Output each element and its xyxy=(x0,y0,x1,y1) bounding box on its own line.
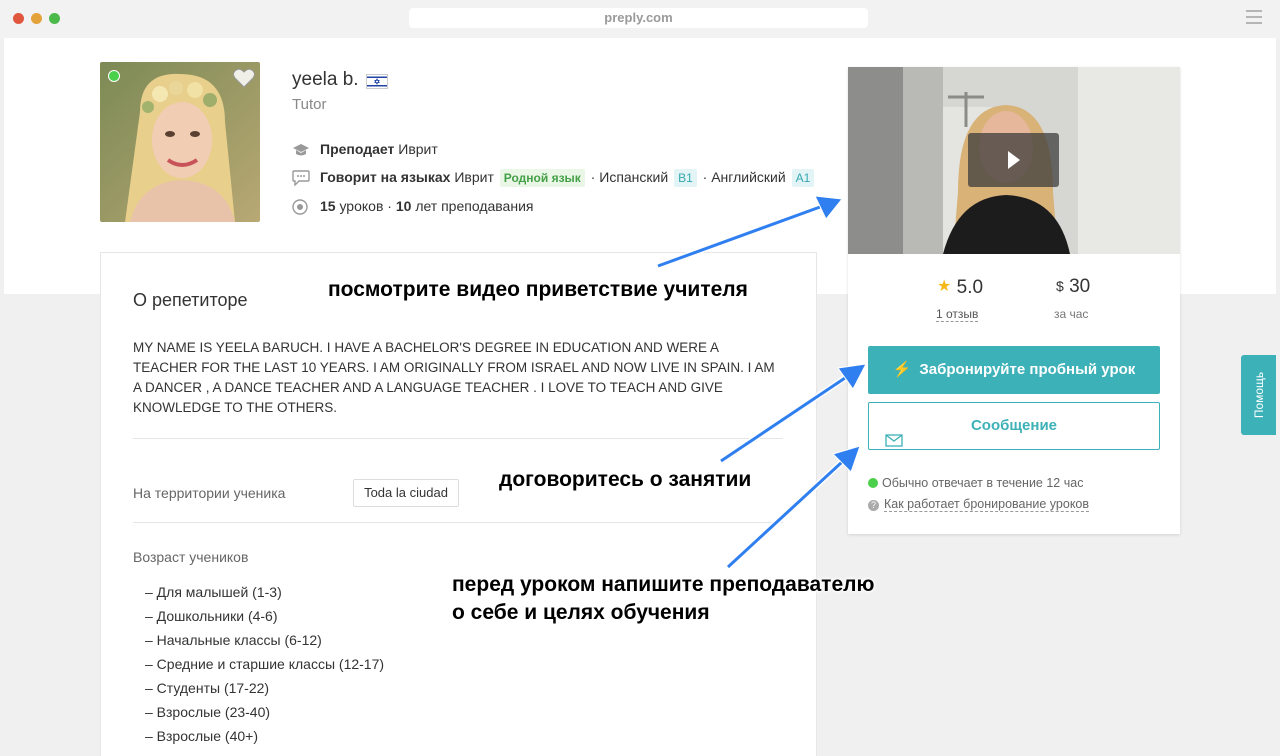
how-booking-works[interactable]: ? Как работает бронирование уроков xyxy=(868,497,1090,512)
tutor-name: yeela b. xyxy=(292,69,359,90)
divider xyxy=(133,522,783,523)
location-label: На территории ученика xyxy=(133,485,286,501)
speaks-row: Говорит на языках Иврит Родной язык · Ис… xyxy=(292,169,816,187)
book-trial-label: Забронируйте пробный урок xyxy=(919,361,1136,378)
lightning-icon: ⚡ xyxy=(892,361,912,378)
play-button[interactable] xyxy=(968,133,1059,187)
annotation-video: посмотрите видео приветствие учителя xyxy=(328,278,748,301)
minimize-window-icon[interactable] xyxy=(31,13,42,24)
response-time: Обычно отвечает в течение 12 час xyxy=(868,476,1083,490)
browser-titlebar: preply.com xyxy=(0,0,1280,38)
list-item: – Взрослые (23-40) xyxy=(145,704,271,720)
price-value: $ 30 xyxy=(1056,276,1090,298)
per-hour-label: за час xyxy=(1054,307,1089,321)
reviews-link[interactable]: 1 отзыв xyxy=(936,307,979,322)
years-label: лет преподавания xyxy=(415,198,534,214)
target-icon xyxy=(292,199,310,215)
question-icon: ? xyxy=(868,500,879,511)
annotation-message-line1: перед уроком напишите преподавателю xyxy=(452,573,875,596)
star-icon: ★ xyxy=(937,278,952,295)
rating-number: 5.0 xyxy=(956,277,984,298)
message-label: Сообщение xyxy=(970,417,1058,434)
israel-flag-icon xyxy=(366,74,388,89)
graduation-cap-icon xyxy=(292,142,310,158)
online-dot-icon xyxy=(868,478,878,488)
message-button[interactable]: Сообщение xyxy=(868,402,1160,450)
envelope-icon xyxy=(885,420,903,466)
lessons-label: уроков xyxy=(339,198,384,214)
chat-bubble-icon xyxy=(292,170,310,187)
list-item: – Для малышей (1-3) xyxy=(145,584,282,600)
annotation-book: договоритесь о занятии xyxy=(499,468,752,491)
book-trial-button[interactable]: ⚡ Забронируйте пробный урок xyxy=(868,346,1160,394)
list-item: – Начальные классы (6-12) xyxy=(145,632,322,648)
teaches-row: Преподает Иврит xyxy=(292,141,438,158)
help-tab[interactable]: Помощь xyxy=(1241,355,1276,435)
teaches-value: Иврит xyxy=(398,141,438,157)
divider xyxy=(133,438,783,439)
response-time-text: Обычно отвечает в течение 12 час xyxy=(882,476,1084,490)
teaches-label: Преподает xyxy=(320,141,395,157)
about-text: MY NAME IS YEELA BARUCH. I HAVE A BACHEL… xyxy=(133,340,775,415)
speaks-label: Говорит на языках xyxy=(320,169,451,185)
tutor-role: Tutor xyxy=(292,96,327,113)
age-label: Возраст учеников xyxy=(133,549,249,565)
currency-symbol: $ xyxy=(1056,278,1064,294)
list-item: – Студенты (17-22) xyxy=(145,680,270,696)
close-window-icon[interactable] xyxy=(13,13,24,24)
language-name: Испанский xyxy=(599,169,669,185)
list-item: – Взрослые (40+) xyxy=(145,728,258,744)
list-item: – Дошкольники (4-6) xyxy=(145,608,278,624)
help-label: Помощь xyxy=(1251,371,1266,419)
how-booking-works-link[interactable]: Как работает бронирование уроков xyxy=(884,497,1090,512)
price-number: 30 xyxy=(1069,276,1091,297)
online-status-indicator xyxy=(108,70,120,82)
years-count: 10 xyxy=(395,198,412,214)
language-name: Иврит xyxy=(454,169,494,185)
rating-value: ★ 5.0 xyxy=(937,276,983,299)
language-level-badge: A1 xyxy=(791,169,815,187)
language-level-badge: B1 xyxy=(674,169,697,187)
language-level-badge: Родной язык xyxy=(499,169,585,187)
list-item: – Средние и старшие классы (12-17) xyxy=(145,656,385,672)
hamburger-menu-icon[interactable] xyxy=(1246,10,1262,24)
annotation-message-line2: о себе и целях обучения xyxy=(452,601,710,624)
language-name: Английский xyxy=(711,169,786,185)
maximize-window-icon[interactable] xyxy=(49,13,60,24)
about-title: О репетиторе xyxy=(133,290,248,310)
age-groups-list: – Для малышей (1-3) – Дошкольники (4-6) … xyxy=(145,580,384,748)
address-bar[interactable]: preply.com xyxy=(409,8,868,28)
location-tag: Toda la ciudad xyxy=(353,479,459,507)
heart-icon[interactable] xyxy=(233,68,255,88)
lessons-count: 15 xyxy=(320,198,336,214)
experience-row: 15 уроков · 10 лет преподавания xyxy=(292,198,533,215)
